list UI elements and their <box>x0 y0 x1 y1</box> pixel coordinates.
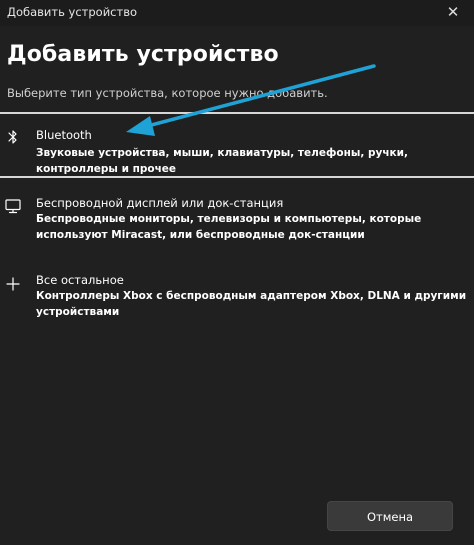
page-title: Добавить устройство <box>7 42 279 67</box>
option-wireless-display-description: Беспроводные мониторы, телевизоры и комп… <box>36 213 422 241</box>
title-bar: Добавить устройство ✕ <box>0 0 474 26</box>
option-bluetooth[interactable]: Bluetooth Звуковые устройства, мыши, кла… <box>0 112 474 178</box>
option-bluetooth-title: Bluetooth <box>36 128 92 142</box>
option-everything-else[interactable]: Все остальное Контроллеры Xbox с беспров… <box>0 266 474 318</box>
option-bluetooth-description: Звуковые устройства, мыши, клавиатуры, т… <box>36 147 409 175</box>
add-device-dialog: Добавить устройство ✕ Добавить устройств… <box>0 0 474 545</box>
option-everything-else-title: Все остальное <box>36 273 124 287</box>
option-wireless-display-title: Беспроводной дисплей или док-станция <box>36 196 284 210</box>
dialog-footer: Отмена <box>0 480 474 545</box>
bluetooth-icon <box>8 130 17 144</box>
plus-icon <box>6 277 20 291</box>
monitor-icon <box>5 199 21 214</box>
window-title: Добавить устройство <box>7 5 138 19</box>
option-wireless-display[interactable]: Беспроводной дисплей или док-станция Бес… <box>0 189 474 249</box>
page-subtitle: Выберите тип устройства, которое нужно д… <box>7 86 328 100</box>
cancel-button[interactable]: Отмена <box>327 501 453 531</box>
option-everything-else-description: Контроллеры Xbox с беспроводным адаптеро… <box>36 290 467 318</box>
close-icon[interactable]: ✕ <box>444 3 462 21</box>
